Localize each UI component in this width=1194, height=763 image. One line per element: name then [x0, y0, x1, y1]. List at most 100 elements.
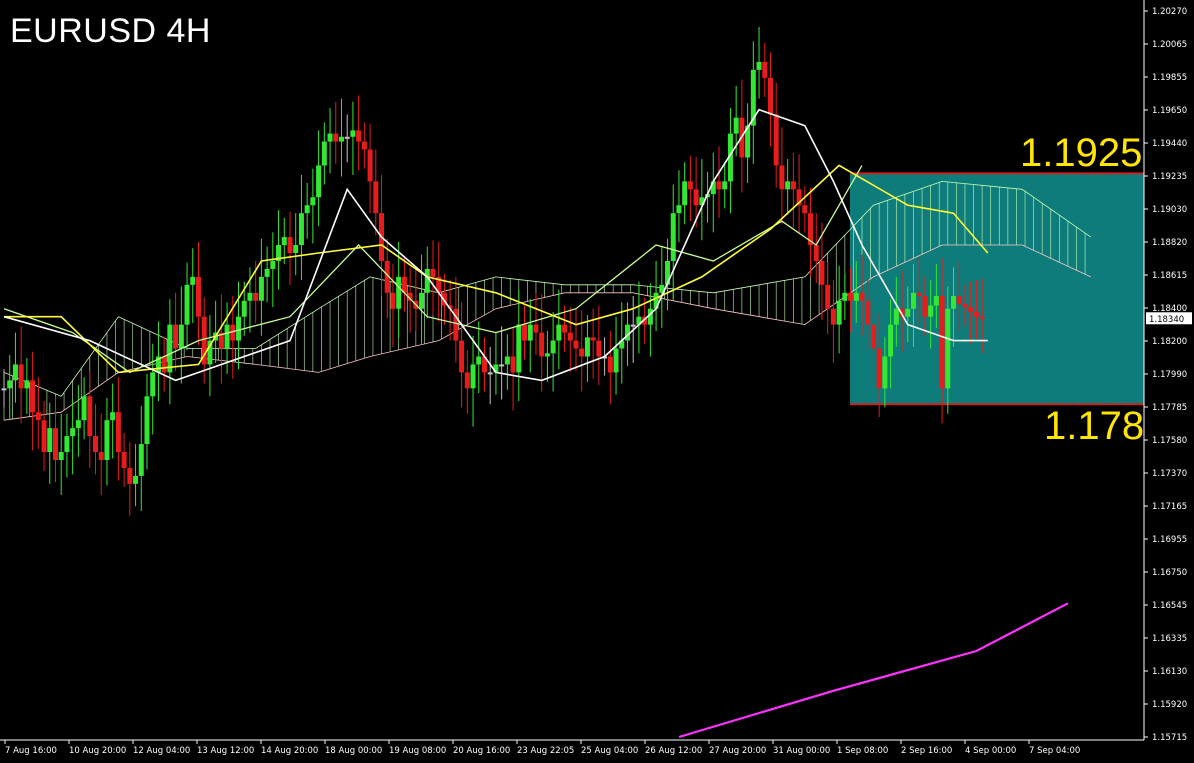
- candle-body: [590, 337, 596, 341]
- candle-body: [93, 436, 99, 453]
- candle-body: [596, 340, 602, 357]
- y-tick-label: 1.17990: [1152, 370, 1187, 380]
- candle-body: [790, 181, 796, 190]
- candle-body: [733, 117, 739, 134]
- candle-body: [979, 316, 985, 319]
- candle-body: [1, 388, 7, 391]
- y-tick-label: 1.16545: [1152, 601, 1187, 611]
- current-price-label: 1.18340: [1149, 315, 1184, 325]
- candle-body: [773, 114, 779, 166]
- candle-body: [396, 276, 402, 309]
- zone-box: [850, 173, 1144, 405]
- candle-body: [762, 61, 768, 78]
- y-tick-label: 1.17580: [1152, 436, 1187, 446]
- x-tick-label: 13 Aug 12:00: [197, 746, 254, 756]
- candle-body: [756, 61, 762, 70]
- candle-body: [161, 356, 167, 373]
- candle-body: [304, 205, 310, 214]
- candle-body: [722, 181, 728, 190]
- candle-body: [361, 141, 367, 150]
- candle-body: [18, 364, 24, 389]
- candle-body: [504, 356, 510, 365]
- x-tick-label: 25 Aug 04:00: [581, 746, 638, 756]
- candle-body: [499, 364, 505, 367]
- candle-body: [573, 340, 579, 349]
- y-tick-label: 1.19855: [1152, 73, 1187, 83]
- upper-level-label: 1.1925: [1020, 131, 1143, 176]
- candle-body: [910, 292, 916, 309]
- candle-body: [35, 412, 41, 421]
- candle-body: [173, 324, 179, 349]
- candle-body: [956, 295, 962, 304]
- candle-body: [516, 324, 522, 373]
- candle-body: [298, 213, 304, 246]
- candle-body: [510, 356, 516, 373]
- x-tick-label: 20 Aug 16:00: [453, 746, 510, 756]
- candle-body: [922, 295, 928, 317]
- candle-body: [527, 324, 533, 341]
- x-tick-label: 27 Aug 20:00: [709, 746, 766, 756]
- x-tick-label: 7 Sep 04:00: [1029, 746, 1080, 756]
- candle-body: [693, 189, 699, 206]
- candle-body: [75, 420, 81, 429]
- candle-body: [195, 276, 201, 317]
- y-tick-label: 1.19235: [1152, 172, 1187, 182]
- y-tick-label: 1.18820: [1152, 238, 1187, 248]
- candle-body: [133, 475, 139, 484]
- x-tick-label: 26 Aug 12:00: [645, 746, 702, 756]
- y-tick-label: 1.19030: [1152, 205, 1187, 215]
- candle-body: [373, 181, 379, 214]
- candle-body: [98, 452, 104, 460]
- y-tick-label: 1.20270: [1152, 7, 1187, 17]
- candle-body: [327, 133, 333, 142]
- candle-body: [321, 141, 327, 166]
- candle-body: [7, 380, 13, 389]
- candle-body: [562, 324, 568, 333]
- y-tick-label: 1.17165: [1152, 502, 1187, 512]
- candle-body: [893, 308, 899, 325]
- candle-body: [258, 276, 264, 301]
- candle-body: [876, 348, 882, 389]
- candle-body: [544, 353, 550, 357]
- candle-body: [842, 292, 848, 301]
- candle-body: [104, 420, 110, 460]
- candle-body: [716, 181, 722, 190]
- x-tick-label: 18 Aug 00:00: [325, 746, 382, 756]
- candle-body: [47, 428, 53, 453]
- candle-body: [287, 237, 293, 253]
- x-tick-label: 2 Sep 16:00: [901, 746, 952, 756]
- candle-body: [584, 337, 590, 357]
- candle-body: [264, 268, 270, 277]
- x-tick-label: 31 Aug 00:00: [773, 746, 830, 756]
- candle-body: [630, 324, 636, 327]
- candle-body: [70, 428, 76, 437]
- candle-body: [316, 165, 322, 198]
- x-tick-label: 1 Sep 08:00: [837, 746, 888, 756]
- candle-body: [127, 467, 133, 484]
- candle-body: [539, 332, 545, 357]
- candle-body: [825, 284, 831, 309]
- candle-body: [338, 136, 344, 142]
- candle-body: [253, 292, 259, 301]
- candle-body: [24, 380, 30, 389]
- y-tick-label: 1.17370: [1152, 469, 1187, 479]
- candle-body: [138, 444, 144, 476]
- candle-body: [236, 316, 242, 341]
- y-tick-label: 1.20065: [1152, 40, 1187, 50]
- candle-body: [350, 130, 356, 137]
- candle-body: [968, 307, 974, 312]
- candle-body: [933, 295, 939, 306]
- candle-body: [836, 300, 842, 325]
- candle-body: [939, 295, 945, 389]
- candle-body: [390, 292, 396, 309]
- candle-body: [882, 356, 888, 389]
- y-tick-label: 1.18200: [1152, 337, 1187, 347]
- candle-body: [150, 372, 156, 397]
- y-tick-label: 1.19650: [1152, 106, 1187, 116]
- candle-body: [556, 324, 562, 341]
- candle-body: [356, 130, 362, 142]
- candle-body: [41, 420, 47, 453]
- candle-body: [676, 205, 682, 214]
- candle-body: [144, 396, 150, 445]
- candle-body: [58, 452, 64, 460]
